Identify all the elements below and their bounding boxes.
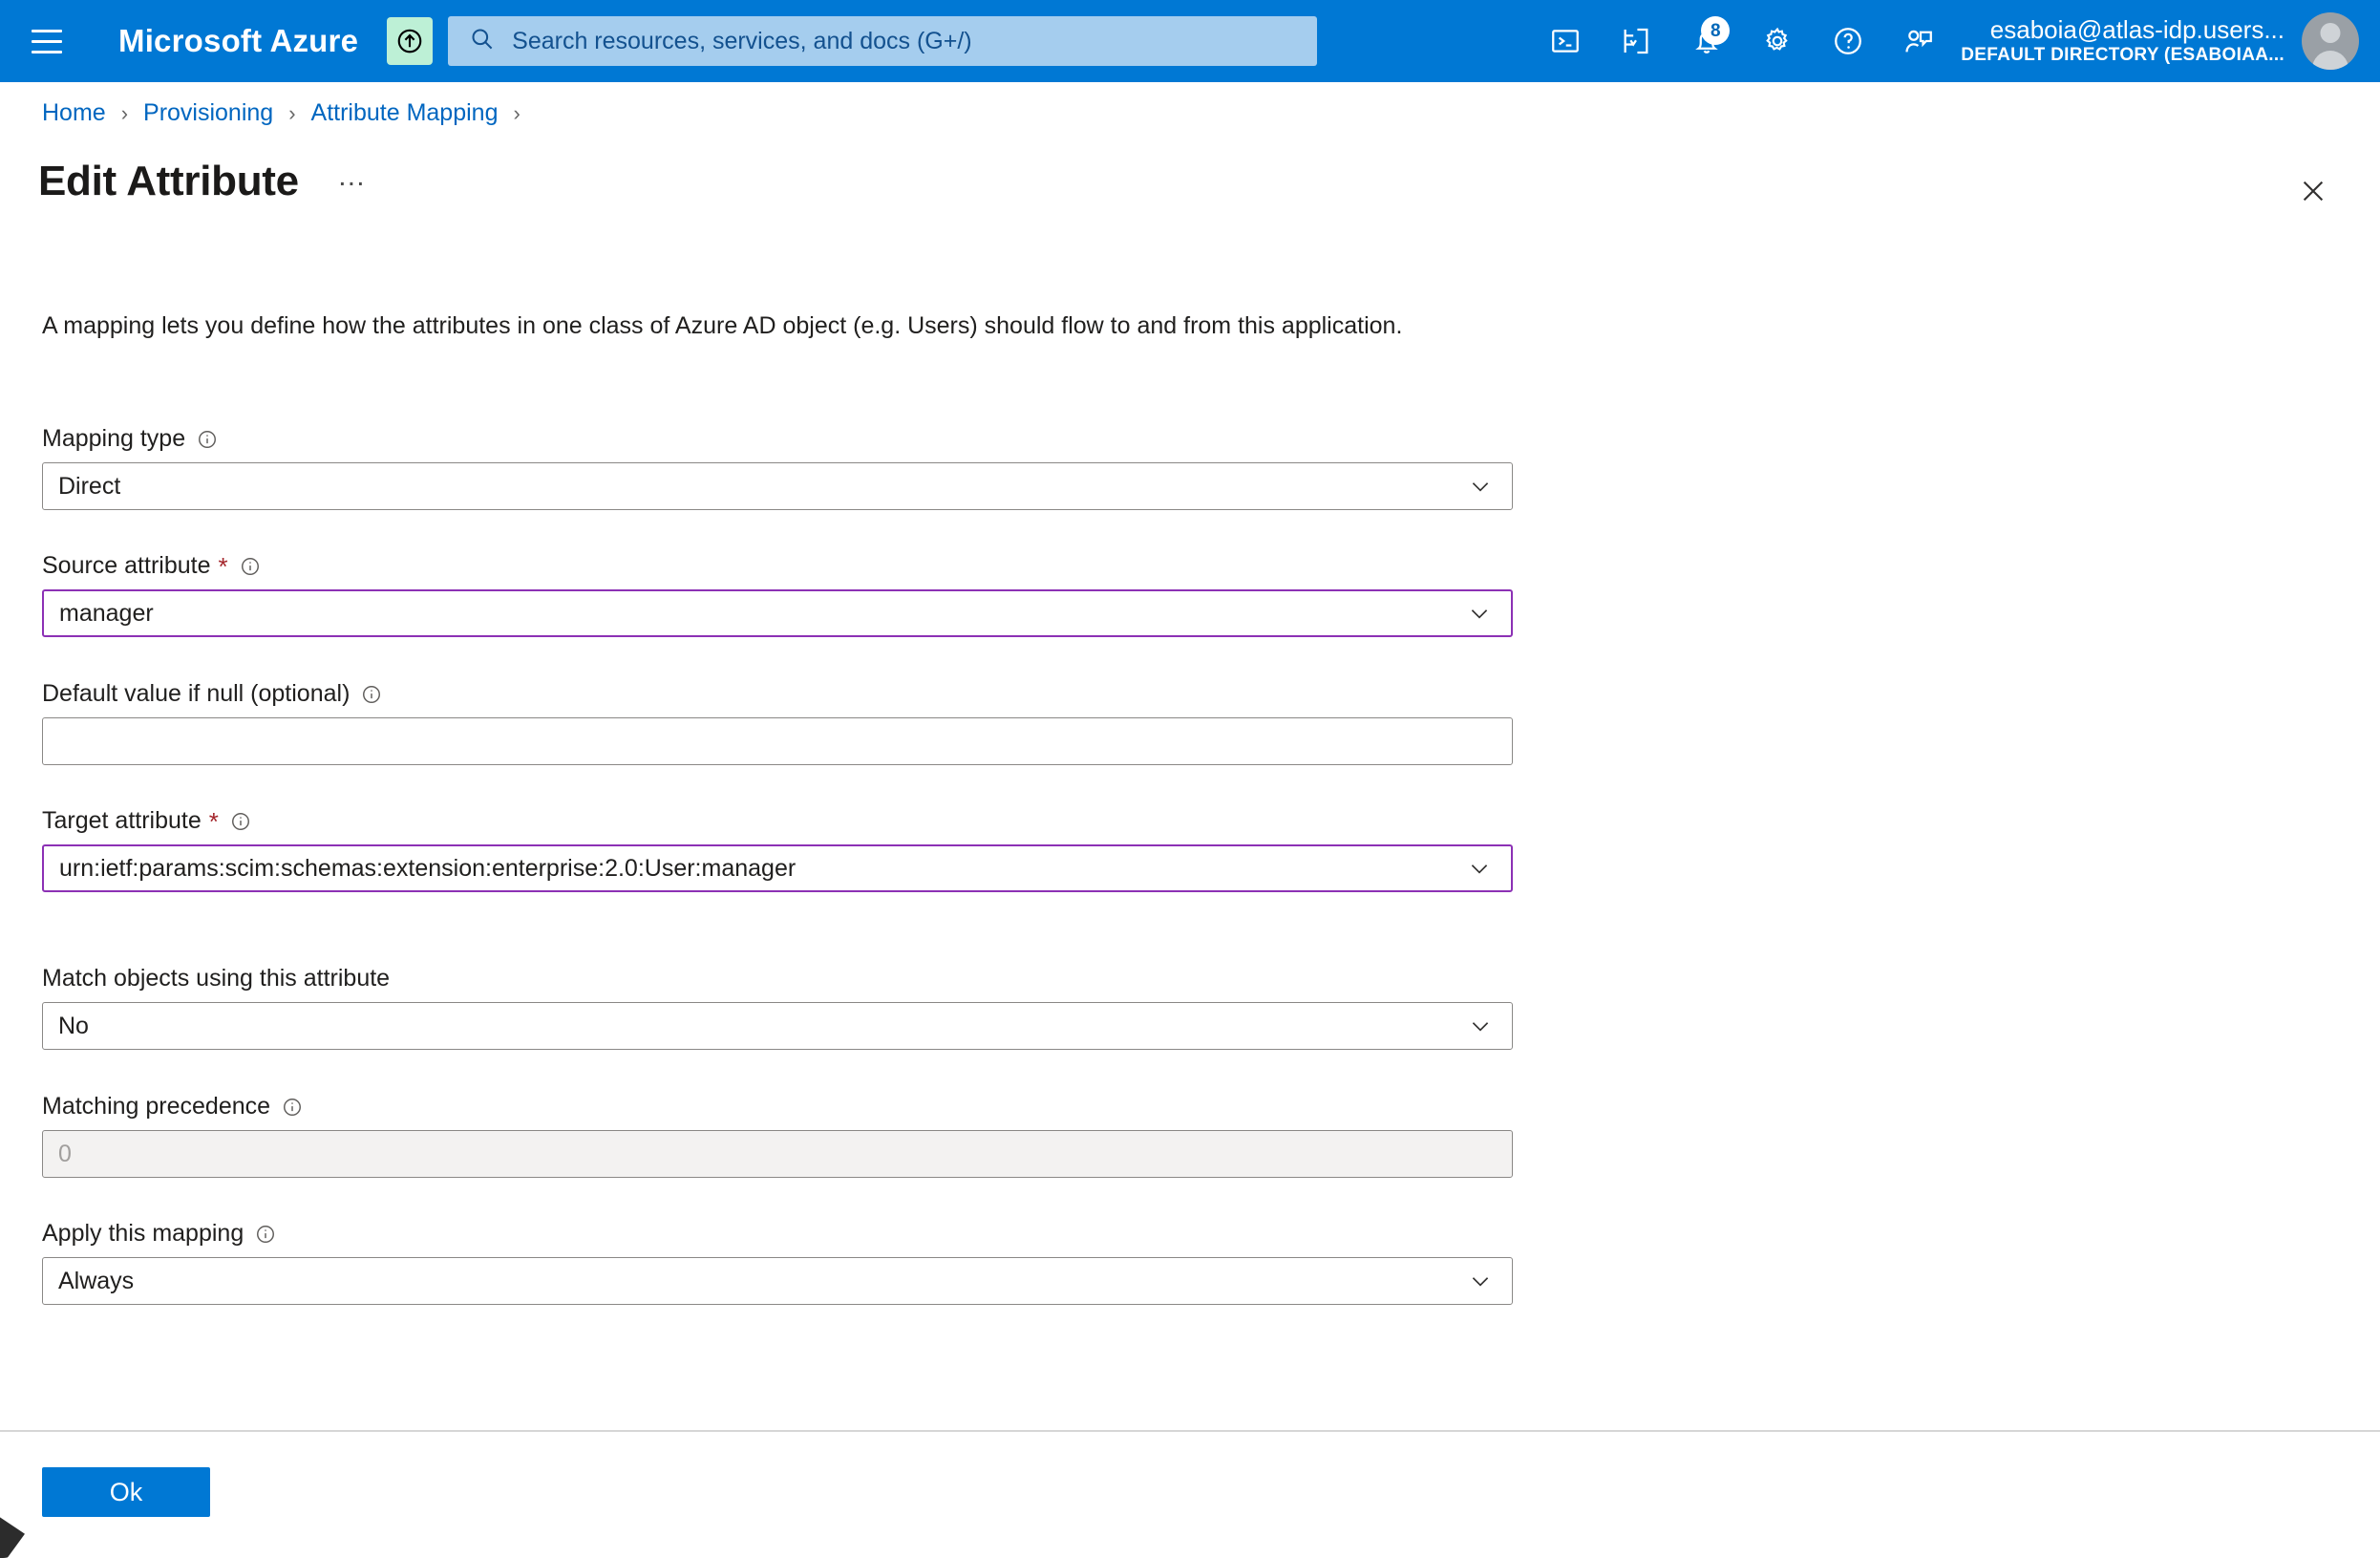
mouse-cursor bbox=[0, 1505, 25, 1558]
required-marker: * bbox=[218, 551, 228, 581]
field-default-value: Default value if null (optional) bbox=[42, 680, 1513, 765]
field-matching-precedence: Matching precedence 0 bbox=[42, 1093, 1513, 1178]
field-match-objects: Match objects using this attribute No bbox=[42, 965, 1513, 1050]
breadcrumb-item-attribute-mapping[interactable]: Attribute Mapping bbox=[311, 99, 499, 127]
matching-precedence-label-row: Matching precedence bbox=[42, 1093, 1513, 1120]
matching-precedence-value: 0 bbox=[58, 1140, 72, 1167]
page-title-row: Edit Attribute … bbox=[38, 158, 368, 205]
breadcrumb-separator: › bbox=[120, 100, 129, 125]
info-icon[interactable] bbox=[230, 811, 251, 832]
account-directory: DEFAULT DIRECTORY (ESABOIAA... bbox=[1961, 45, 2284, 65]
cloud-shell-icon[interactable] bbox=[1541, 16, 1590, 66]
match-objects-label: Match objects using this attribute bbox=[42, 965, 391, 992]
notification-count-badge: 8 bbox=[1701, 16, 1731, 45]
search-input[interactable]: Search resources, services, and docs (G+… bbox=[448, 16, 1318, 66]
target-attribute-dropdown[interactable]: urn:ietf:params:scim:schemas:extension:e… bbox=[42, 844, 1513, 892]
info-icon[interactable] bbox=[197, 429, 218, 450]
close-icon[interactable] bbox=[2292, 170, 2334, 212]
matching-precedence-input: 0 bbox=[42, 1130, 1513, 1178]
azure-brand-logo[interactable]: Microsoft Azure bbox=[118, 23, 358, 59]
matching-precedence-label: Matching precedence bbox=[42, 1093, 271, 1120]
breadcrumb-separator: › bbox=[288, 100, 296, 125]
chevron-down-icon bbox=[1468, 1269, 1493, 1293]
search-placeholder: Search resources, services, and docs (G+… bbox=[512, 27, 972, 54]
source-attribute-label-row: Source attribute * bbox=[42, 552, 1513, 580]
required-marker: * bbox=[208, 806, 219, 836]
default-value-label-row: Default value if null (optional) bbox=[42, 680, 1513, 708]
target-attribute-value: urn:ietf:params:scim:schemas:extension:e… bbox=[59, 854, 797, 882]
target-attribute-label-row: Target attribute * bbox=[42, 807, 1513, 835]
default-value-input[interactable] bbox=[42, 717, 1513, 765]
help-question-icon[interactable] bbox=[1823, 16, 1873, 66]
directories-subscriptions-icon[interactable] bbox=[1611, 16, 1661, 66]
ok-button[interactable]: Ok bbox=[42, 1467, 210, 1517]
source-attribute-value: manager bbox=[59, 599, 154, 627]
top-navigation-bar: Microsoft Azure Search resources, servic… bbox=[0, 0, 2380, 82]
account-email: esaboia@atlas-idp.users... bbox=[1989, 15, 2284, 44]
account-menu[interactable]: esaboia@atlas-idp.users... DEFAULT DIREC… bbox=[1961, 12, 2359, 70]
topbar-icon-group: 8 bbox=[1541, 16, 1944, 66]
info-icon[interactable] bbox=[255, 1224, 276, 1245]
info-icon[interactable] bbox=[361, 684, 382, 705]
apply-mapping-label-row: Apply this mapping bbox=[42, 1220, 1513, 1248]
default-value-label: Default value if null (optional) bbox=[42, 680, 351, 707]
match-objects-dropdown[interactable]: No bbox=[42, 1002, 1513, 1050]
chevron-down-icon bbox=[1468, 474, 1493, 499]
chevron-down-icon bbox=[1467, 601, 1492, 626]
footer-divider bbox=[0, 1430, 2380, 1432]
source-attribute-dropdown[interactable]: manager bbox=[42, 589, 1513, 637]
target-attribute-label: Target attribute bbox=[42, 807, 202, 834]
chevron-down-icon bbox=[1468, 1014, 1493, 1038]
page-title: Edit Attribute bbox=[38, 158, 299, 204]
apply-mapping-label: Apply this mapping bbox=[42, 1220, 244, 1247]
search-icon bbox=[469, 26, 495, 56]
info-icon[interactable] bbox=[240, 556, 261, 577]
apply-mapping-value: Always bbox=[58, 1267, 135, 1294]
breadcrumb-item-home[interactable]: Home bbox=[42, 99, 106, 127]
hamburger-icon[interactable] bbox=[25, 19, 69, 63]
mapping-type-label: Mapping type bbox=[42, 425, 186, 452]
page-description: A mapping lets you define how the attrib… bbox=[42, 312, 1403, 339]
apply-mapping-dropdown[interactable]: Always bbox=[42, 1257, 1513, 1305]
match-objects-label-row: Match objects using this attribute bbox=[42, 965, 1513, 992]
info-icon[interactable] bbox=[282, 1097, 303, 1118]
avatar[interactable] bbox=[2302, 12, 2359, 70]
notifications-bell-icon[interactable]: 8 bbox=[1682, 16, 1732, 66]
upload-circle-icon[interactable] bbox=[387, 17, 434, 65]
mapping-type-dropdown[interactable]: Direct bbox=[42, 462, 1513, 510]
feedback-icon[interactable] bbox=[1894, 16, 1944, 66]
match-objects-value: No bbox=[58, 1012, 89, 1039]
breadcrumb: Home › Provisioning › Attribute Mapping … bbox=[42, 99, 536, 127]
account-text-block: esaboia@atlas-idp.users... DEFAULT DIREC… bbox=[1961, 15, 2284, 67]
settings-gear-icon[interactable] bbox=[1753, 16, 1802, 66]
source-attribute-label: Source attribute bbox=[42, 552, 211, 579]
chevron-down-icon bbox=[1467, 856, 1492, 881]
field-apply-mapping: Apply this mapping Always bbox=[42, 1220, 1513, 1305]
mapping-type-value: Direct bbox=[58, 472, 121, 500]
field-source-attribute: Source attribute * manager bbox=[42, 552, 1513, 637]
field-mapping-type: Mapping type Direct bbox=[42, 425, 1513, 510]
breadcrumb-separator-trailing: › bbox=[513, 100, 521, 125]
breadcrumb-item-provisioning[interactable]: Provisioning bbox=[143, 99, 273, 127]
mapping-type-label-row: Mapping type bbox=[42, 425, 1513, 453]
field-target-attribute: Target attribute * urn:ietf:params:scim:… bbox=[42, 807, 1513, 892]
more-actions-button[interactable]: … bbox=[337, 160, 368, 203]
